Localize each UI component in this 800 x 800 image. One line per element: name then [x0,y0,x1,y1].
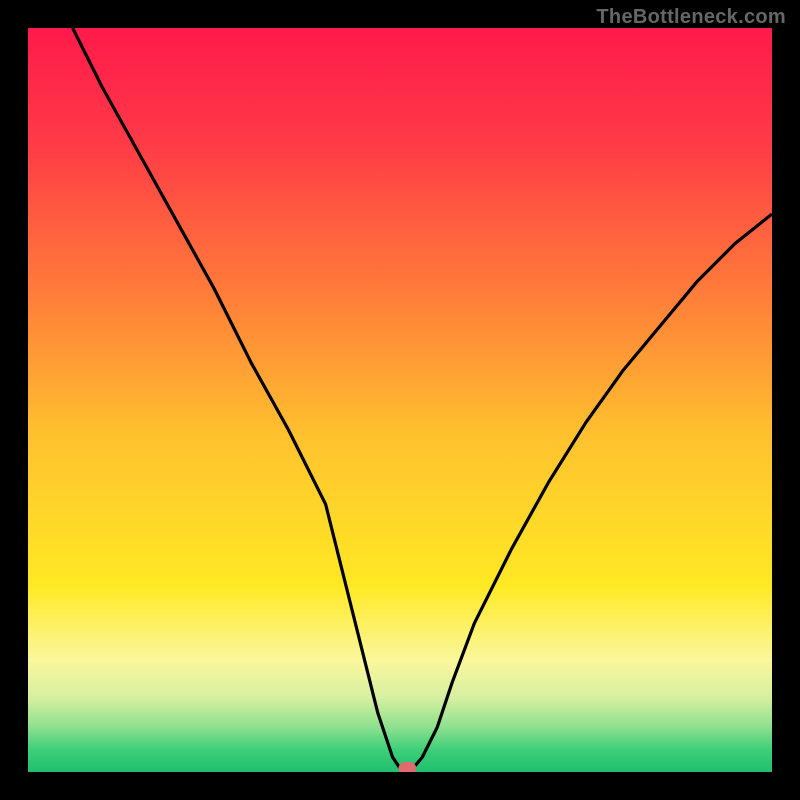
plot-svg [28,28,772,772]
background-gradient [28,28,772,772]
plot-area [28,28,772,772]
chart-frame: TheBottleneck.com [0,0,800,800]
watermark-text: TheBottleneck.com [596,6,786,29]
